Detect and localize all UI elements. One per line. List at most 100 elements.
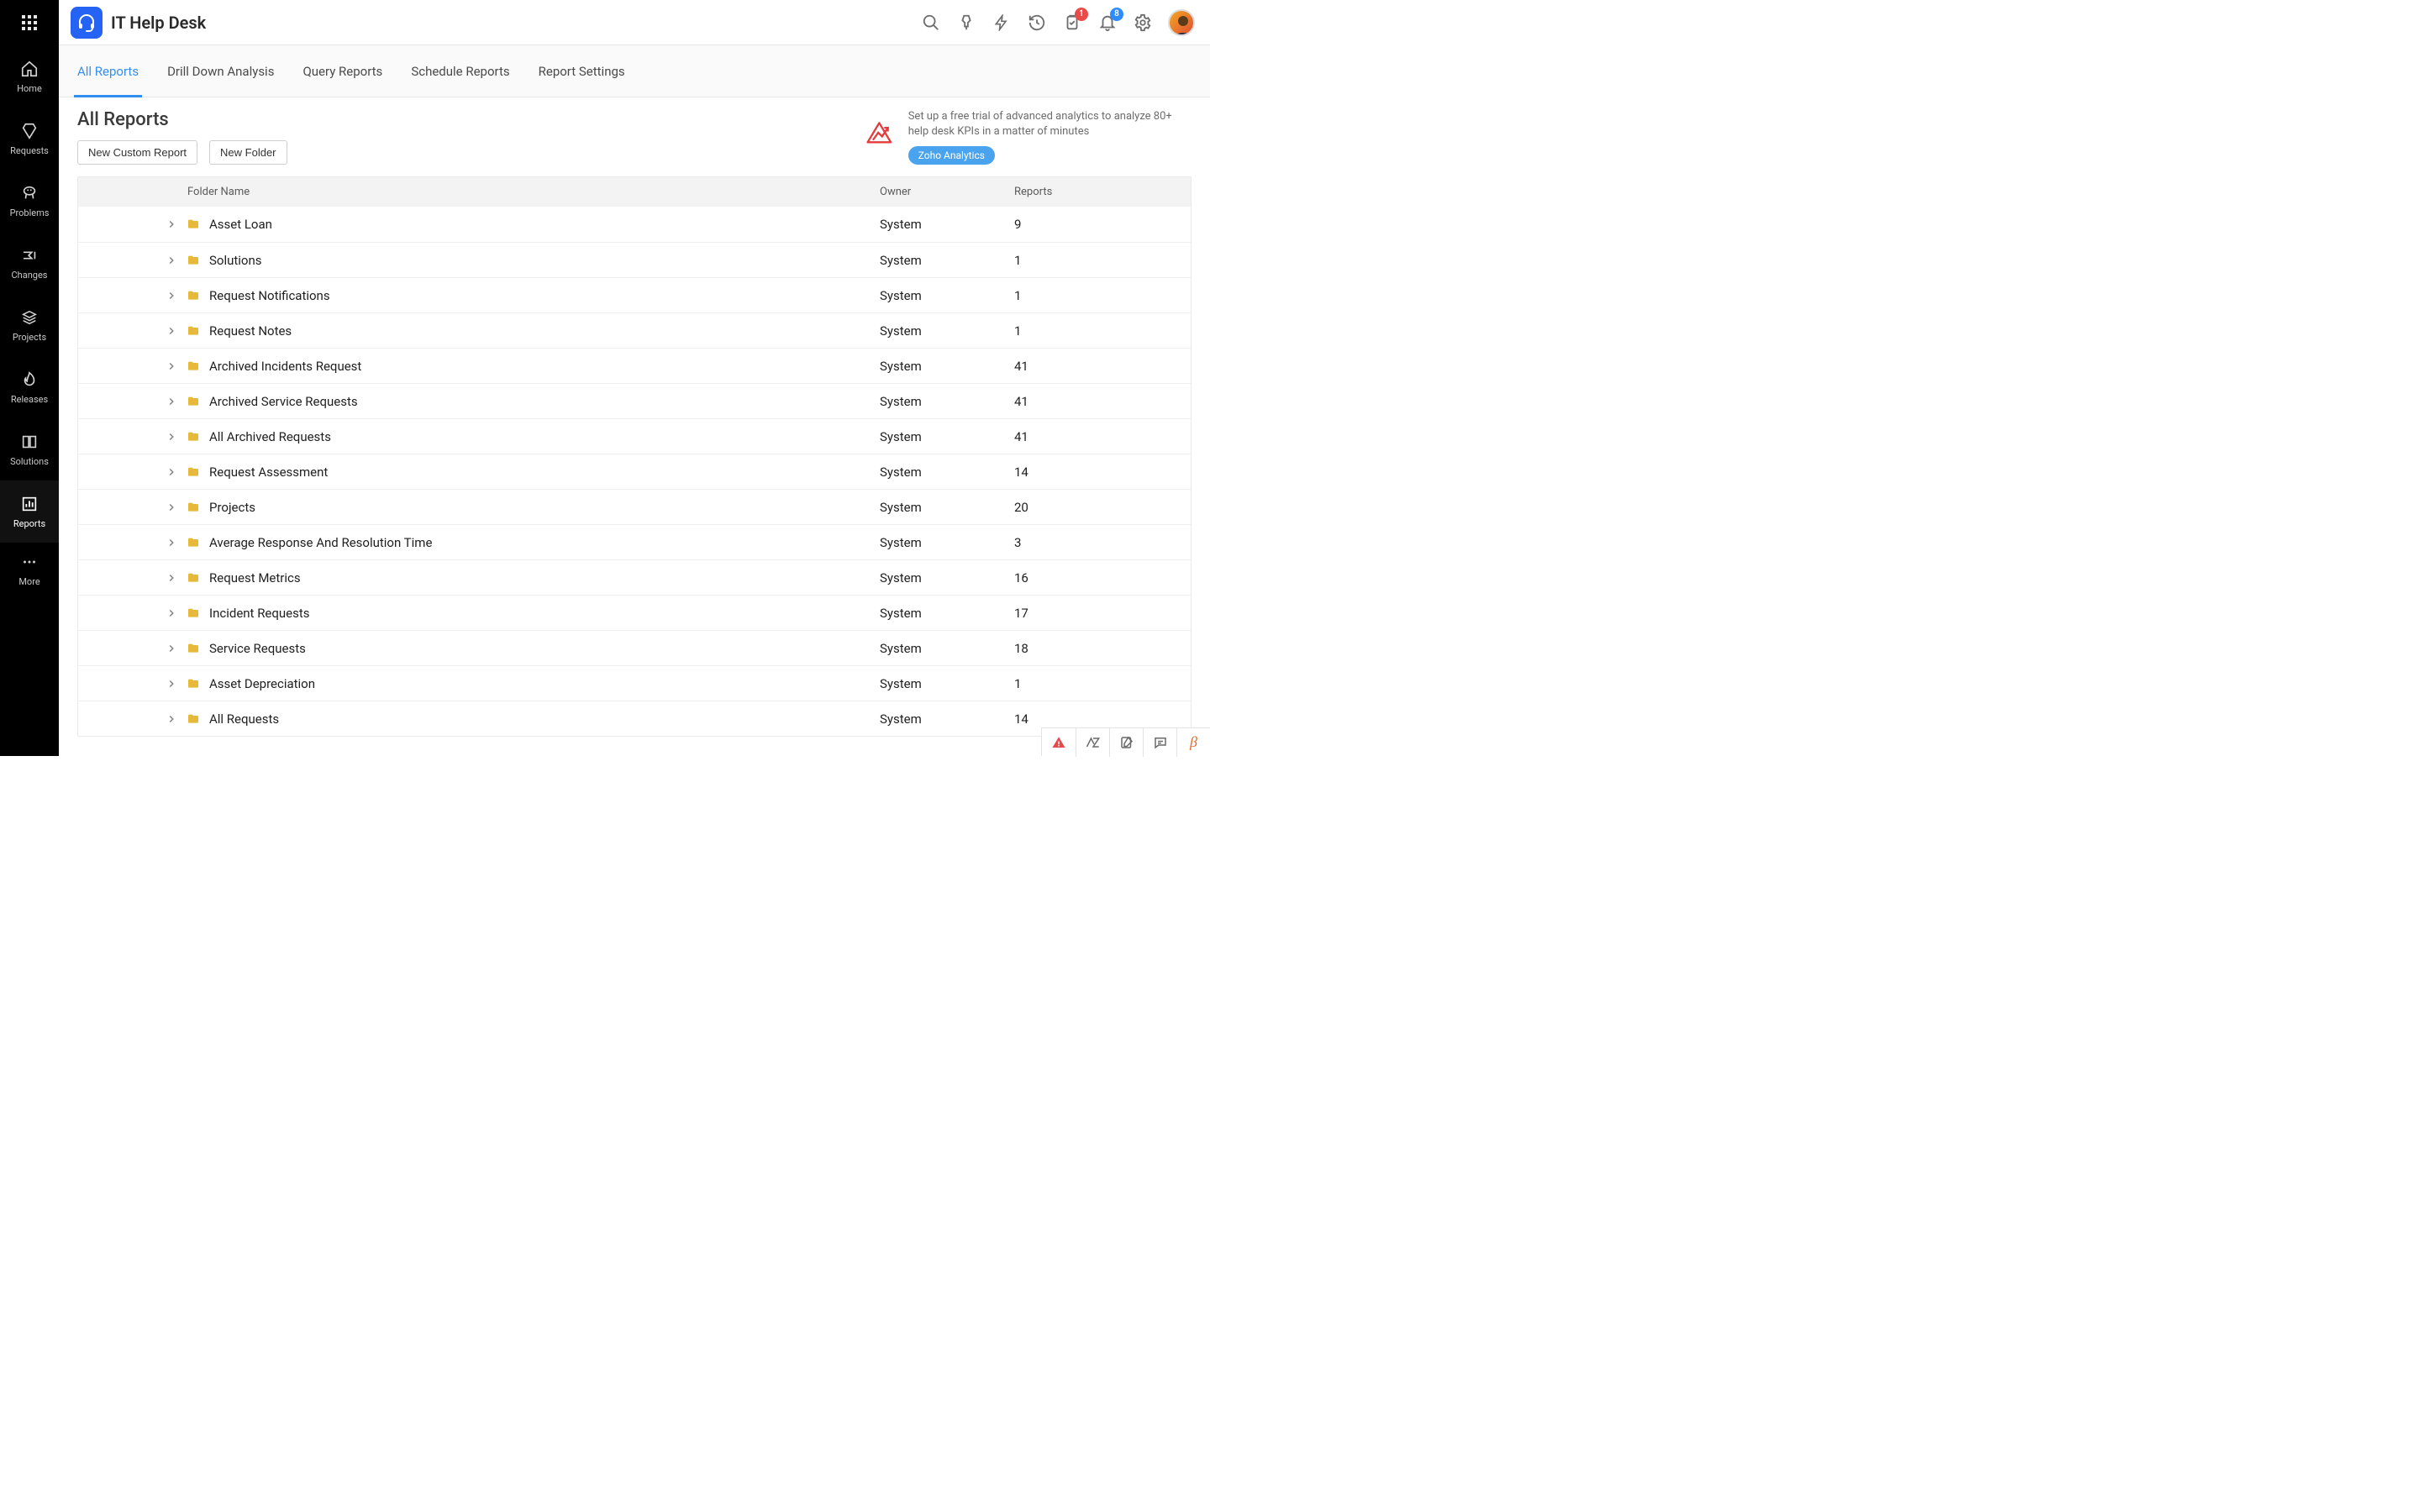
folder-icon [186,501,201,514]
sidebar-item-changes[interactable]: Changes [0,232,59,294]
folder-owner: System [880,217,1014,232]
requests-icon [20,122,39,140]
sidebar-item-more[interactable]: More [0,543,59,596]
tabbar: All Reports Drill Down Analysis Query Repo… [59,45,1210,97]
folder-name: Request Metrics [209,570,301,585]
tray-chat-button[interactable] [1143,728,1176,757]
main: All Reports New Custom Report New Folder… [59,97,1210,756]
table-row[interactable]: Asset LoanSystem9 [78,207,1191,242]
user-avatar[interactable] [1168,9,1195,36]
tray-alerts-button[interactable] [1042,728,1076,757]
folder-icon [186,324,201,338]
col-folder-name[interactable]: Folder Name [78,186,880,198]
folder-name: Incident Requests [209,606,310,621]
app-logo[interactable] [71,7,103,39]
folder-report-count: 14 [1014,465,1191,480]
folder-owner: System [880,394,1014,409]
zia-icon [1085,734,1102,751]
folder-name: Archived Incidents Request [209,359,361,374]
table-row[interactable]: Service RequestsSystem18 [78,630,1191,665]
tray-assist-button[interactable] [1076,728,1109,757]
table-row[interactable]: All RequestsSystem14 [78,701,1191,736]
sidebar-item-label: Reports [13,518,45,529]
apps-launcher-button[interactable] [0,0,59,45]
sidebar-item-label: Problems [10,207,50,218]
alert-triangle-icon [1051,735,1066,750]
pin-button[interactable] [956,13,976,33]
folder-report-count: 14 [1014,711,1191,727]
releases-icon [20,370,39,389]
table-row[interactable]: Request NotesSystem1 [78,312,1191,348]
table-row[interactable]: Asset DepreciationSystem1 [78,665,1191,701]
tab-schedule-reports[interactable]: Schedule Reports [411,45,509,97]
reports-table: Folder Name Owner Reports Asset Loan Syst… [77,176,1192,737]
sidebar-item-releases[interactable]: Releases [0,356,59,418]
sidebar-item-label: Solutions [10,456,49,467]
table-row[interactable]: Request MetricsSystem16 [78,559,1191,595]
topbar-left: IT Help Desk [71,7,206,39]
chevron-right-icon [166,537,177,549]
folder-icon [186,465,201,479]
folder-owner: System [880,711,1014,727]
table-row[interactable]: All Archived RequestsSystem41 [78,418,1191,454]
reports-icon [20,495,39,513]
more-icon [20,553,39,571]
col-owner[interactable]: Owner [880,186,1014,198]
tab-report-settings[interactable]: Report Settings [539,45,625,97]
table-row[interactable]: Request NotificationsSystem1 [78,277,1191,312]
sidebar-item-requests[interactable]: Requests [0,108,59,170]
search-button[interactable] [921,13,941,33]
quick-actions-button[interactable] [992,13,1012,33]
chevron-right-icon [166,572,177,584]
folder-report-count: 3 [1014,535,1191,550]
table-row[interactable]: SolutionsSystem1 [78,242,1191,277]
chevron-right-icon [166,290,177,302]
tab-query-reports[interactable]: Query Reports [302,45,382,97]
sidebar-item-problems[interactable]: Problems [0,170,59,232]
table-row[interactable]: Incident RequestsSystem17 [78,595,1191,630]
table-row[interactable]: Average Response And Resolution TimeSyst… [78,524,1191,559]
folder-name: Asset Loan [209,217,272,232]
folder-report-count: 1 [1014,676,1191,691]
tray-compose-button[interactable] [1109,728,1143,757]
table-body: Asset LoanSystem9SolutionsSystem1Request… [78,207,1191,736]
sidebar: HomeRequests Problems ChangesProjectsRelea… [0,0,59,756]
tasks-button[interactable]: 1 [1062,13,1082,33]
sidebar-item-home[interactable]: Home [0,45,59,108]
col-reports[interactable]: Reports [1014,186,1191,198]
sidebar-item-projects[interactable]: Projects [0,294,59,356]
tray-beta-button[interactable]: β [1176,728,1210,757]
promo-cta-button[interactable]: Zoho Analytics [908,146,995,165]
table-row[interactable]: ProjectsSystem20 [78,489,1191,524]
history-button[interactable] [1027,13,1047,33]
table-row[interactable]: Archived Service RequestsSystem41 [78,383,1191,418]
folder-name: All Archived Requests [209,429,331,444]
new-custom-report-button[interactable]: New Custom Report [77,140,197,165]
folder-icon [186,430,201,444]
chevron-right-icon [166,501,177,513]
chat-icon [1153,735,1168,750]
folder-report-count: 41 [1014,429,1191,444]
folder-owner: System [880,570,1014,585]
promo-text: Set up a free trial of advanced analytic… [908,109,1192,139]
pin-icon [957,13,976,32]
chevron-right-icon [166,607,177,619]
folder-name: Request Notifications [209,288,330,303]
folder-name: Request Notes [209,323,292,339]
sidebar-item-solutions[interactable]: Solutions [0,418,59,480]
sidebar-item-reports[interactable]: Reports [0,480,59,543]
chevron-right-icon [166,396,177,407]
notifications-button[interactable]: 8 [1097,13,1118,33]
page-heading: All Reports [77,109,287,130]
chevron-right-icon [166,466,177,478]
table-header: Folder Name Owner Reports [78,177,1191,207]
new-folder-button[interactable]: New Folder [209,140,287,165]
table-row[interactable]: Request AssessmentSystem14 [78,454,1191,489]
app-title: IT Help Desk [111,13,206,33]
tab-all-reports[interactable]: All Reports [77,45,139,97]
table-row[interactable]: Archived Incidents RequestSystem41 [78,348,1191,383]
tab-drill-down-analysis[interactable]: Drill Down Analysis [167,45,274,97]
folder-name: Solutions [209,253,262,268]
settings-button[interactable] [1133,13,1153,33]
headset-icon [76,13,97,33]
